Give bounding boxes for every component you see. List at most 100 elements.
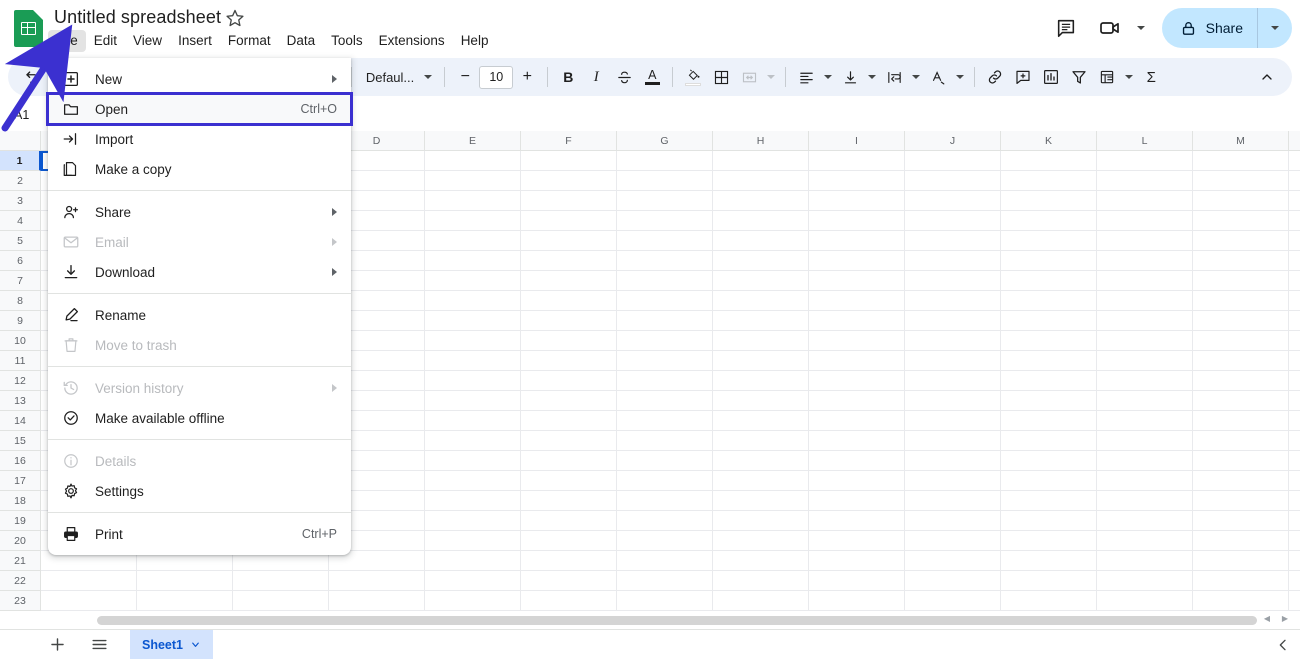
cell-L22[interactable]	[1097, 571, 1193, 591]
cell-I1[interactable]	[809, 151, 905, 171]
cell-N8[interactable]	[1289, 291, 1300, 311]
row-header-21[interactable]: 21	[0, 551, 41, 571]
file-menu-item-open[interactable]: Open Ctrl+O	[46, 92, 353, 126]
cell-K16[interactable]	[1001, 451, 1097, 471]
cell-F3[interactable]	[521, 191, 617, 211]
cell-H3[interactable]	[713, 191, 809, 211]
cell-L6[interactable]	[1097, 251, 1193, 271]
column-header-J[interactable]: J	[905, 131, 1001, 151]
cell-K5[interactable]	[1001, 231, 1097, 251]
cell-I19[interactable]	[809, 511, 905, 531]
row-header-14[interactable]: 14	[0, 411, 41, 431]
file-menu-dropdown[interactable]: New Open Ctrl+O Import Make a copy Share Email…	[46, 58, 353, 555]
cell-B23[interactable]	[137, 591, 233, 611]
create-filter-button[interactable]	[1065, 63, 1093, 91]
cell-H14[interactable]	[713, 411, 809, 431]
column-header-F[interactable]: F	[521, 131, 617, 151]
select-all-corner[interactable]	[0, 131, 41, 151]
cell-L17[interactable]	[1097, 471, 1193, 491]
cell-M14[interactable]	[1193, 411, 1289, 431]
cell-N19[interactable]	[1289, 511, 1300, 531]
borders-button[interactable]	[707, 63, 735, 91]
cell-N23[interactable]	[1289, 591, 1300, 611]
cell-D22[interactable]	[329, 571, 425, 591]
cell-G4[interactable]	[617, 211, 713, 231]
cell-I20[interactable]	[809, 531, 905, 551]
cell-F18[interactable]	[521, 491, 617, 511]
column-header-K[interactable]: K	[1001, 131, 1097, 151]
cell-G17[interactable]	[617, 471, 713, 491]
cell-N1[interactable]	[1289, 151, 1300, 171]
cell-N13[interactable]	[1289, 391, 1300, 411]
cell-A22[interactable]	[41, 571, 137, 591]
cell-E23[interactable]	[425, 591, 521, 611]
cell-H18[interactable]	[713, 491, 809, 511]
undo-icon[interactable]	[18, 63, 48, 91]
insert-chart-button[interactable]	[1037, 63, 1065, 91]
cell-F22[interactable]	[521, 571, 617, 591]
cell-N16[interactable]	[1289, 451, 1300, 471]
cell-F11[interactable]	[521, 351, 617, 371]
cell-J7[interactable]	[905, 271, 1001, 291]
chevron-down-icon[interactable]	[190, 639, 201, 650]
cell-F8[interactable]	[521, 291, 617, 311]
horizontal-align-button[interactable]	[792, 63, 820, 91]
cell-F12[interactable]	[521, 371, 617, 391]
cell-K4[interactable]	[1001, 211, 1097, 231]
cell-L16[interactable]	[1097, 451, 1193, 471]
row-header-4[interactable]: 4	[0, 211, 41, 231]
cell-K17[interactable]	[1001, 471, 1097, 491]
cell-C23[interactable]	[233, 591, 329, 611]
menu-file[interactable]: File	[48, 30, 86, 52]
cell-H19[interactable]	[713, 511, 809, 531]
file-menu-item-rename[interactable]: Rename	[48, 300, 351, 330]
cell-L3[interactable]	[1097, 191, 1193, 211]
cell-K8[interactable]	[1001, 291, 1097, 311]
cell-I2[interactable]	[809, 171, 905, 191]
cell-J9[interactable]	[905, 311, 1001, 331]
cell-F6[interactable]	[521, 251, 617, 271]
cell-J18[interactable]	[905, 491, 1001, 511]
side-panel-toggle[interactable]	[1266, 630, 1300, 659]
cell-M15[interactable]	[1193, 431, 1289, 451]
cell-E4[interactable]	[425, 211, 521, 231]
cell-M10[interactable]	[1193, 331, 1289, 351]
cell-I12[interactable]	[809, 371, 905, 391]
cell-L21[interactable]	[1097, 551, 1193, 571]
meet-dropdown-caret[interactable]	[1130, 8, 1152, 48]
cell-K7[interactable]	[1001, 271, 1097, 291]
row-header-1[interactable]: 1	[0, 151, 41, 171]
cell-L9[interactable]	[1097, 311, 1193, 331]
cell-G19[interactable]	[617, 511, 713, 531]
cell-I14[interactable]	[809, 411, 905, 431]
cell-H17[interactable]	[713, 471, 809, 491]
cell-N2[interactable]	[1289, 171, 1300, 191]
increase-font-size-button[interactable]: +	[513, 63, 541, 91]
cell-H6[interactable]	[713, 251, 809, 271]
cell-E10[interactable]	[425, 331, 521, 351]
cell-G12[interactable]	[617, 371, 713, 391]
cell-N6[interactable]	[1289, 251, 1300, 271]
cell-L19[interactable]	[1097, 511, 1193, 531]
cell-F13[interactable]	[521, 391, 617, 411]
cell-L10[interactable]	[1097, 331, 1193, 351]
row-header-18[interactable]: 18	[0, 491, 41, 511]
cell-G20[interactable]	[617, 531, 713, 551]
merge-cells-button[interactable]	[735, 63, 763, 91]
file-menu-item-download[interactable]: Download	[48, 257, 351, 287]
row-header-7[interactable]: 7	[0, 271, 41, 291]
cell-E2[interactable]	[425, 171, 521, 191]
cell-L12[interactable]	[1097, 371, 1193, 391]
cell-M9[interactable]	[1193, 311, 1289, 331]
cell-N21[interactable]	[1289, 551, 1300, 571]
cell-L18[interactable]	[1097, 491, 1193, 511]
cell-N12[interactable]	[1289, 371, 1300, 391]
cell-H22[interactable]	[713, 571, 809, 591]
row-header-22[interactable]: 22	[0, 571, 41, 591]
sum-button[interactable]: Σ	[1137, 63, 1165, 91]
column-header-E[interactable]: E	[425, 131, 521, 151]
cell-E5[interactable]	[425, 231, 521, 251]
cell-I15[interactable]	[809, 431, 905, 451]
cell-H13[interactable]	[713, 391, 809, 411]
scroll-left-icon[interactable]: ◀	[1260, 611, 1274, 625]
